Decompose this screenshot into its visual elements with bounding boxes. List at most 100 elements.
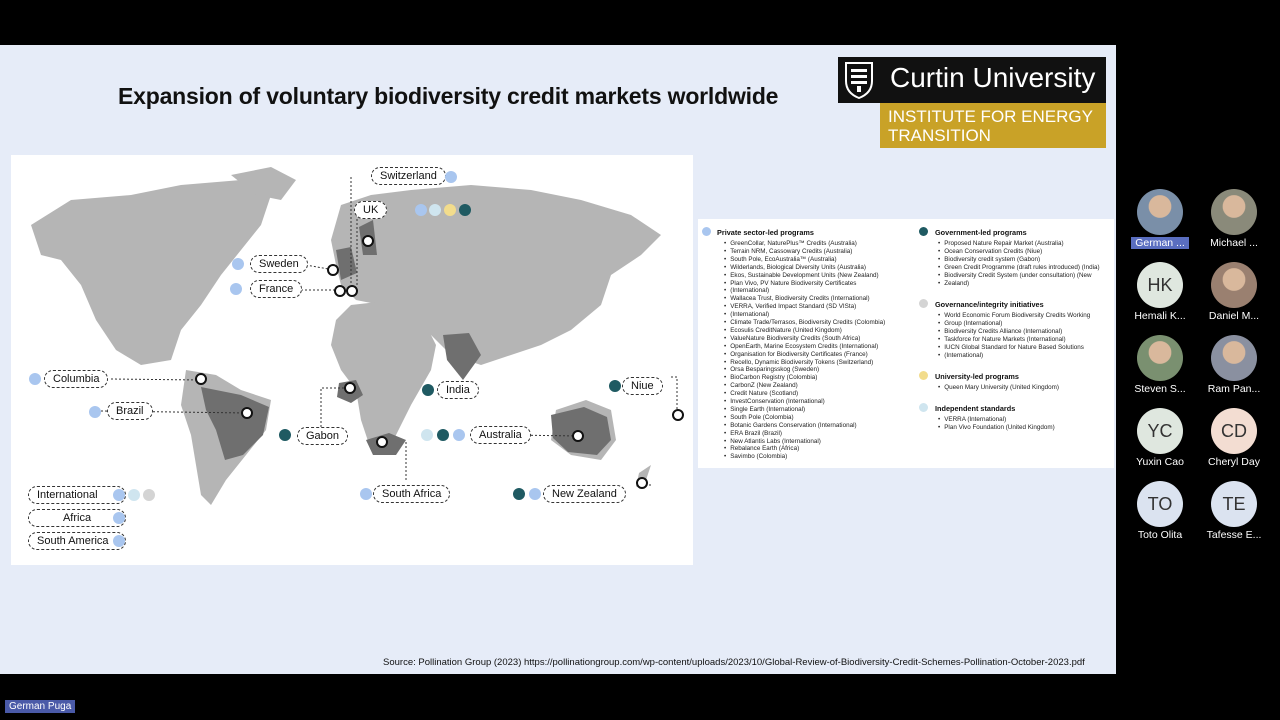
participant-tile[interactable]: Michael ... [1197, 189, 1271, 255]
legend-item: Biodiversity Credits Alliance (Internati… [938, 328, 1062, 335]
legend-item: World Economic Forum Biodiversity Credit… [938, 312, 1090, 319]
legend-item: InvestConservation (International) [724, 398, 825, 405]
participant-tile[interactable]: HK Hemali K... [1123, 262, 1197, 328]
legend-heading-independent: Independent standards [935, 404, 1016, 413]
legend-heading-private: Private sector-led programs [717, 228, 814, 237]
category-dot-private [230, 283, 242, 295]
category-dot-private [89, 406, 101, 418]
participant-name: Ram Pan... [1207, 383, 1261, 395]
category-dot-government [422, 384, 434, 396]
legend-dot-government [919, 227, 928, 236]
participant-tile[interactable]: TE Tafesse E... [1197, 481, 1271, 547]
map-legend: Private sector-led programs GreenCollar,… [698, 219, 1114, 468]
world-map: Switzerland UK Sweden France Columbia Br… [11, 155, 693, 565]
participant-tile[interactable]: CD Cheryl Day [1197, 408, 1271, 474]
participant-name: Tafesse E... [1206, 529, 1262, 541]
legend-item: Recello, Dynamic Biodiversity Tokens (Sw… [724, 359, 873, 366]
participant-tile[interactable]: YC Yuxin Cao [1123, 408, 1197, 474]
legend-item: ERA Brazil (Brazil) [724, 430, 782, 437]
map-label-international: International [28, 486, 126, 504]
participant-name: Cheryl Day [1208, 456, 1260, 468]
category-dot-government [437, 429, 449, 441]
participant-tile[interactable]: TO Toto Olita [1123, 481, 1197, 547]
participant-name: German ... [1131, 237, 1189, 249]
location-pin [376, 436, 388, 448]
legend-item: Biodiversity credit system (Gabon) [938, 256, 1040, 263]
crest-icon [845, 62, 873, 99]
category-dot-private [29, 373, 41, 385]
legend-item: Ekos, Sustainable Development Units (New… [724, 272, 878, 279]
avatar [1211, 335, 1257, 381]
legend-item: (International) [724, 287, 769, 294]
map-label-brazil: Brazil [107, 402, 153, 420]
avatar [1211, 262, 1257, 308]
category-dot-university [444, 204, 456, 216]
participant-name: Toto Olita [1137, 529, 1183, 541]
category-dot-private [113, 489, 125, 501]
map-label-sweden: Sweden [250, 255, 308, 273]
map-label-niue: Niue [622, 377, 663, 395]
participant-name: Hemali K... [1134, 310, 1186, 322]
avatar [1137, 335, 1183, 381]
map-label-columbia: Columbia [44, 370, 109, 388]
map-label-india: India [437, 381, 479, 399]
legend-item: Wilderlands, Biological Diversity Units … [724, 264, 866, 271]
legend-item: VERRA (International) [938, 416, 1006, 423]
legend-item: Wallacea Trust, Biodiversity Credits (In… [724, 295, 869, 302]
map-label-gabon: Gabon [297, 427, 349, 445]
location-pin [241, 407, 253, 419]
legend-item: Credit Nature (Scotland) [724, 390, 798, 397]
location-pin [334, 285, 346, 297]
legend-item: Plan Vivo, PV Nature Biodiversity Certif… [724, 280, 856, 287]
participant-name: Michael ... [1210, 237, 1258, 249]
legend-item: Queen Mary University (United Kingdom) [938, 384, 1059, 391]
legend-item: Organisation for Biodiversity Certificat… [724, 351, 868, 358]
legend-item: ValueNature Biodiversity Credits (South … [724, 335, 860, 342]
category-dot-private [113, 535, 125, 547]
category-dot-private [113, 512, 125, 524]
legend-item: Proposed Nature Repair Market (Australia… [938, 240, 1063, 247]
legend-item: (International) [724, 311, 769, 318]
legend-item: New Atlantis Labs (International) [724, 438, 821, 445]
legend-item: Savimbo (Colombia) [724, 453, 787, 460]
avatar: YC [1137, 408, 1183, 454]
category-dot-private [232, 258, 244, 270]
participant-tile[interactable]: Ram Pan... [1197, 335, 1271, 401]
category-dot-government [279, 429, 291, 441]
presentation-slide: Expansion of voluntary biodiversity cred… [0, 45, 1116, 674]
participant-name: Steven S... [1134, 383, 1186, 395]
legend-item: Ocean Conservation Credits (Niue) [938, 248, 1042, 255]
map-label-australia: Australia [470, 426, 531, 444]
legend-item: OpenEarth, Marine Ecosystem Credits (Int… [724, 343, 878, 350]
legend-item: Group (International) [938, 320, 1002, 327]
map-label-africa: Africa [28, 509, 126, 527]
participant-tile[interactable]: Daniel M... [1197, 262, 1271, 328]
map-label-south-africa: South Africa [373, 485, 451, 503]
avatar [1211, 189, 1257, 235]
category-dot-government [459, 204, 471, 216]
curtin-logo: Curtin University INSTITUTE FOR ENERGY TR… [838, 57, 1106, 148]
category-dot-private [453, 429, 465, 441]
legend-dot-governance [919, 299, 928, 308]
legend-item: South Pole (Colombia) [724, 414, 793, 421]
legend-item: Climate Trade/Terrasos, Biodiversity Cre… [724, 319, 885, 326]
location-pin [346, 285, 358, 297]
map-label-new-zealand: New Zealand [543, 485, 626, 503]
legend-heading-governance: Governance/integrity initiatives [935, 300, 1044, 309]
source-citation: Source: Pollination Group (2023) https:/… [383, 657, 1085, 668]
institute-name: INSTITUTE FOR ENERGY TRANSITION [888, 107, 1093, 145]
category-dot-government [513, 488, 525, 500]
category-dot-independent [128, 489, 140, 501]
participant-tile[interactable]: Steven S... [1123, 335, 1197, 401]
legend-item: Ecosulis CreditNature (United Kingdom) [724, 327, 842, 334]
participant-tile[interactable]: German ... [1123, 189, 1197, 255]
legend-item: CarbonZ (New Zealand) [724, 382, 798, 389]
category-dot-government [609, 380, 621, 392]
category-dot-governance [143, 489, 155, 501]
slide-title: Expansion of voluntary biodiversity cred… [118, 83, 779, 109]
avatar: TO [1137, 481, 1183, 527]
legend-heading-university: University-led programs [935, 372, 1019, 381]
legend-item: Terrain NRM, Cassowary Credits (Australi… [724, 248, 852, 255]
location-pin [344, 382, 356, 394]
legend-item: Botanic Gardens Conservation (Internatio… [724, 422, 856, 429]
